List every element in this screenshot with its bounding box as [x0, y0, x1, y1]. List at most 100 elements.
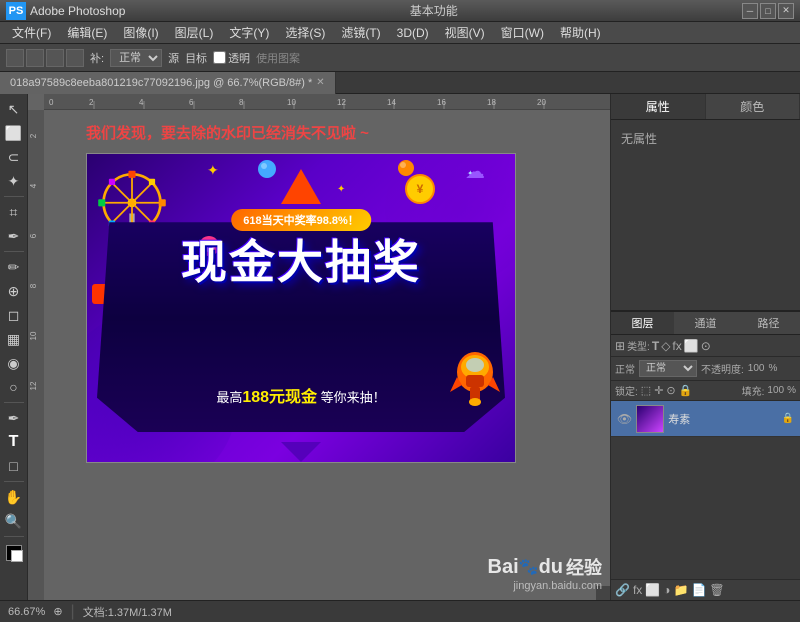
eyedropper-tool[interactable]: ✒	[3, 225, 25, 247]
no-attr-label: 无属性	[617, 126, 794, 151]
svg-text:14: 14	[387, 98, 396, 107]
minimize-button[interactable]: ─	[742, 3, 758, 19]
shape-tool[interactable]: □	[3, 455, 25, 477]
lock-move-icon[interactable]: ✛	[654, 384, 663, 397]
mode-select[interactable]: 正常	[110, 49, 162, 67]
right-panel: 属性 颜色 无属性 图层 通道 路径 ⊞ 类型: T ◇ fx ⬜ ⊙ 正常	[610, 94, 800, 600]
document-tab[interactable]: 018a97589c8eeba801219c77092196.jpg @ 66.…	[0, 72, 336, 94]
bu-label: 补:	[90, 50, 104, 66]
badge-618: 618当天中奖率98.8%！	[231, 209, 371, 231]
magic-wand-tool[interactable]: ✦	[3, 170, 25, 192]
layers-options: 正常 正常 不透明度: 100 %	[611, 357, 800, 381]
toolbar-left: ↖ ⬜ ⊂ ✦ ⌗ ✒ ✏ ⊕ ◻ ▦ ◉ ○ ✒ T □ ✋ 🔍	[0, 94, 28, 600]
new-group-button[interactable]: 📁	[674, 583, 689, 597]
smart-kind-icon[interactable]: ⊙	[701, 339, 711, 353]
hand-tool[interactable]: ✋	[3, 486, 25, 508]
tool-separator-5	[4, 536, 24, 537]
dodge-tool[interactable]: ○	[3, 376, 25, 398]
move-tool[interactable]: ↖	[3, 98, 25, 120]
select-tool[interactable]: ⬜	[3, 122, 25, 144]
svg-text:2: 2	[89, 98, 94, 107]
svg-text:12: 12	[29, 381, 38, 390]
tab-paths[interactable]: 路径	[737, 312, 800, 334]
stamp-tool[interactable]: ⊕	[3, 280, 25, 302]
transparent-check[interactable]: 透明	[213, 50, 250, 66]
svg-text:8: 8	[239, 98, 244, 107]
link-layers-button[interactable]: 🔗	[615, 583, 630, 597]
gradient-tool[interactable]: ▦	[3, 328, 25, 350]
tab-color[interactable]: 颜色	[706, 94, 800, 119]
text-tool[interactable]: T	[3, 431, 25, 453]
layer-eye-icon[interactable]: 👁	[617, 412, 632, 426]
add-style-button[interactable]: fx	[633, 583, 642, 597]
attr-content: 无属性	[611, 120, 800, 310]
tab-layers[interactable]: 图层	[611, 312, 674, 334]
delete-layer-button[interactable]: 🗑	[709, 583, 724, 597]
maximize-button[interactable]: □	[760, 3, 776, 19]
lock-checkerboard-icon[interactable]: ⬚	[641, 384, 651, 397]
canvas-instruction: 我们发现，要去除的水印已经消失不见啦 ~	[86, 122, 369, 143]
statusbar: 66.67% ⊕ | 文档:1.37M/1.37M	[0, 600, 800, 622]
close-button[interactable]: ✕	[778, 3, 794, 19]
lasso-tool[interactable]: ⊂	[3, 146, 25, 168]
zoom-tool[interactable]: 🔍	[3, 510, 25, 532]
effect-kind-icon[interactable]: fx	[672, 339, 681, 353]
svg-text:20: 20	[537, 98, 546, 107]
opacity-label: 不透明度:	[701, 361, 744, 376]
helmet-svg	[440, 347, 500, 407]
blur-tool[interactable]: ◉	[3, 352, 25, 374]
main-area: ↖ ⬜ ⊂ ✦ ⌗ ✒ ✏ ⊕ ◻ ▦ ◉ ○ ✒ T □ ✋ 🔍	[0, 94, 800, 600]
brush-tool[interactable]: ✏	[3, 256, 25, 278]
tab-close-button[interactable]: ✕	[316, 77, 324, 88]
menu-edit[interactable]: 编辑(E)	[59, 22, 115, 43]
text-kind-icon[interactable]: T	[652, 339, 659, 353]
titlebar-mode[interactable]: 基本功能	[410, 2, 458, 19]
menu-select[interactable]: 选择(S)	[277, 22, 333, 43]
adjustment-layer-button[interactable]: ◑	[663, 583, 670, 597]
layer-item-main[interactable]: 👁 寿素 🔒	[611, 401, 800, 437]
menu-view[interactable]: 视图(V)	[437, 22, 493, 43]
baidu-brand-row: Bai 🐾 du 经验	[488, 554, 602, 580]
tab-attributes[interactable]: 属性	[611, 94, 706, 119]
baidu-text-bai: Bai	[488, 556, 519, 579]
filter-type-icon[interactable]: ⊞	[615, 339, 625, 353]
fill-label: 填充:	[742, 383, 765, 398]
lock-label: 锁定:	[615, 383, 638, 398]
ruler-left: 2 4 6 8 10 12	[28, 110, 44, 600]
baidu-jingyan: 经验	[566, 554, 602, 580]
lock-all-icon[interactable]: 🔒	[679, 384, 693, 397]
add-mask-button[interactable]: ⬜	[645, 583, 660, 597]
menu-layer[interactable]: 图层(L)	[167, 22, 222, 43]
blend-mode-label: 正常	[615, 361, 635, 376]
lock-artboard-icon[interactable]: ⊙	[666, 384, 675, 397]
image-frame[interactable]: ✦ ✦ ✦ ⊹ ✦ ☁	[86, 153, 516, 463]
tabbar: 018a97589c8eeba801219c77092196.jpg @ 66.…	[0, 72, 800, 94]
opacity-value: 100	[748, 363, 765, 374]
blend-mode-select[interactable]: 正常	[639, 360, 697, 377]
layer-name: 寿素	[668, 411, 777, 427]
menu-3d[interactable]: 3D(D)	[389, 24, 437, 42]
crop-tool[interactable]: ⌗	[3, 201, 25, 223]
menu-image[interactable]: 图像(I)	[115, 22, 166, 43]
baidu-url: jingyan.baidu.com	[513, 580, 602, 592]
new-layer-button[interactable]: 📄	[691, 583, 706, 597]
ps-icon: PS	[6, 2, 26, 20]
menubar: 文件(F) 编辑(E) 图像(I) 图层(L) 文字(Y) 选择(S) 滤镜(T…	[0, 22, 800, 44]
adjustment-kind-icon[interactable]: ◇	[661, 339, 670, 353]
tool-separator-4	[4, 481, 24, 482]
source-label: 源	[168, 50, 179, 66]
canvas-area[interactable]: 0 2 4 6 8 10 12 14 16 18 20	[28, 94, 610, 600]
menu-text[interactable]: 文字(Y)	[221, 22, 277, 43]
svg-text:6: 6	[189, 98, 194, 107]
watermark: Bai 🐾 du 经验 jingyan.baidu.com	[488, 554, 602, 592]
pen-tool[interactable]: ✒	[3, 407, 25, 429]
eraser-tool[interactable]: ◻	[3, 304, 25, 326]
menu-window[interactable]: 窗口(W)	[493, 22, 552, 43]
menu-file[interactable]: 文件(F)	[4, 22, 59, 43]
layers-tabs: 图层 通道 路径	[611, 311, 800, 335]
menu-help[interactable]: 帮助(H)	[552, 22, 609, 43]
mask-kind-icon[interactable]: ⬜	[684, 339, 699, 353]
menu-filter[interactable]: 滤镜(T)	[333, 22, 388, 43]
layers-list: 👁 寿素 🔒	[611, 401, 800, 579]
tab-channels[interactable]: 通道	[674, 312, 737, 334]
